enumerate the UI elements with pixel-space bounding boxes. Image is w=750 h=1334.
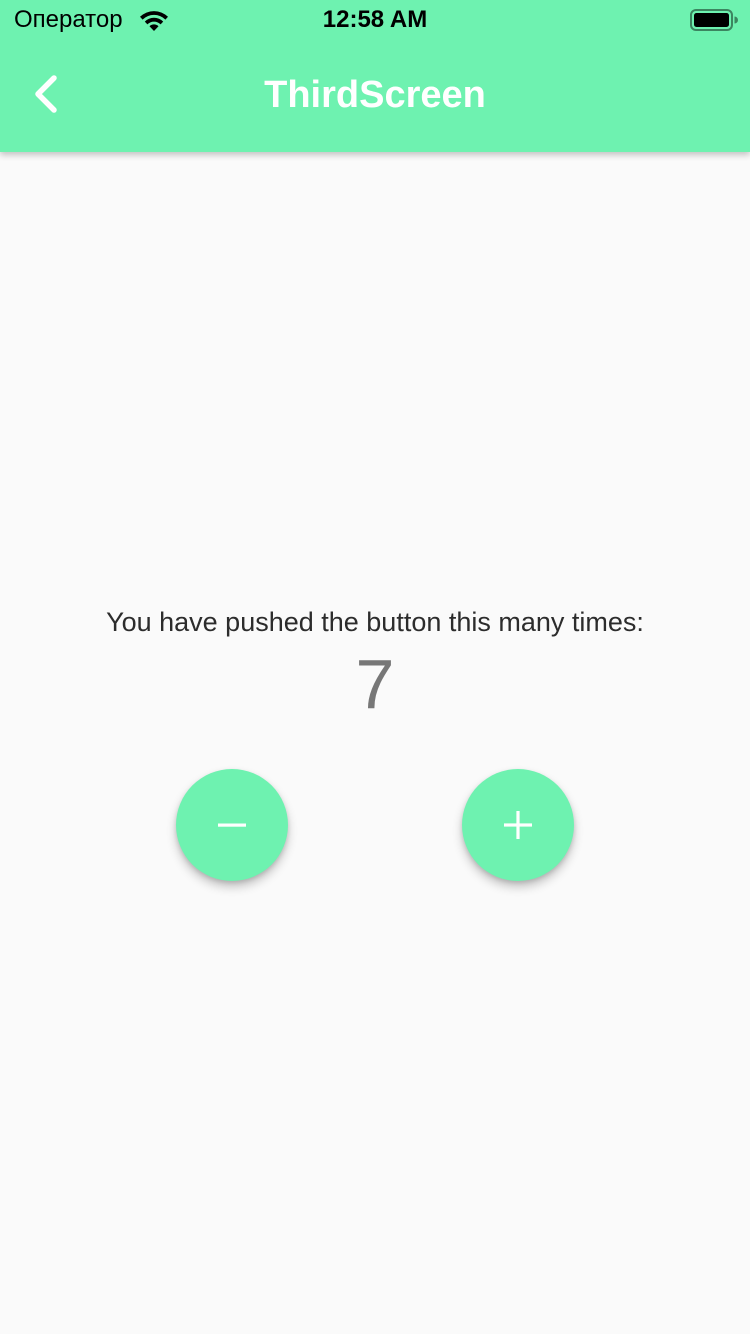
- back-button[interactable]: [18, 64, 74, 124]
- decrement-button[interactable]: [176, 769, 288, 881]
- battery-icon: [690, 9, 738, 31]
- plus-icon: [504, 811, 532, 839]
- counter-value: 7: [355, 645, 395, 723]
- navigation-bar: ThirdScreen: [0, 40, 750, 152]
- status-bar: Оператор 12:58 AM: [0, 0, 750, 40]
- increment-button[interactable]: [462, 769, 574, 881]
- third-screen: Оператор 12:58 AM ThirdScreen You have p…: [0, 0, 750, 1334]
- status-time: 12:58 AM: [322, 6, 428, 33]
- counter-message: You have pushed the button this many tim…: [106, 607, 644, 637]
- minus-icon: [218, 823, 246, 827]
- main-content: You have pushed the button this many tim…: [0, 152, 750, 1334]
- chevron-left-icon: [35, 75, 57, 113]
- app-bar: Оператор 12:58 AM ThirdScreen: [0, 0, 750, 152]
- page-title: ThirdScreen: [264, 74, 486, 116]
